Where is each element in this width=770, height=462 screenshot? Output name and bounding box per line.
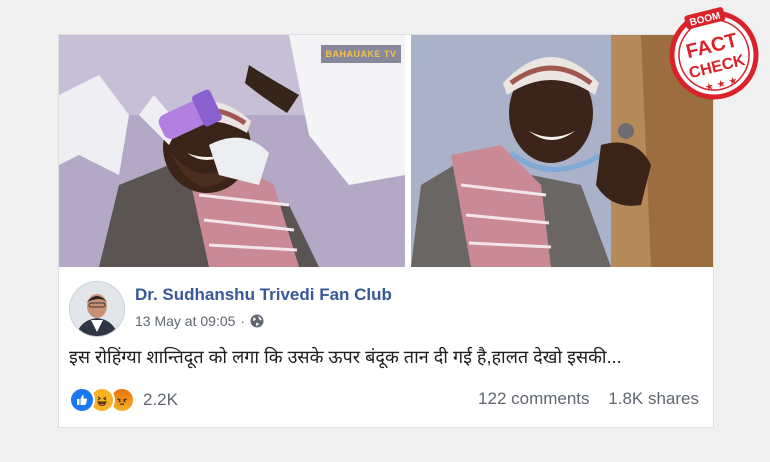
shares-count-link[interactable]: 1.8K shares — [608, 389, 699, 408]
post-timestamp[interactable]: 13 May at 09:05 — [135, 313, 235, 329]
globe-icon[interactable] — [250, 314, 264, 328]
post-media[interactable]: BAHAUAKE TV — [59, 35, 713, 267]
meta-separator: · — [240, 313, 246, 329]
facebook-post-card: BAHAUAKE TV Dr. Sudhanshu Trivedi Fan Cl… — [58, 34, 714, 428]
channel-watermark: BAHAUAKE TV — [321, 45, 401, 63]
engagement-bar: 2.2K 122 comments 1.8K shares — [69, 385, 699, 415]
post-message: इस रोहिंग्या शान्तिदूत को लगा कि उसके ऊप… — [69, 347, 622, 367]
like-icon — [69, 387, 95, 413]
comments-count-link[interactable]: 122 comments — [478, 389, 590, 408]
page-avatar[interactable] — [69, 281, 125, 337]
post-header: Dr. Sudhanshu Trivedi Fan Club 13 May at… — [69, 281, 699, 341]
fact-check-stamp: BOOM FACT CHECK ★ ★ ★ — [664, 6, 764, 104]
page-name-link[interactable]: Dr. Sudhanshu Trivedi Fan Club — [135, 285, 392, 305]
reaction-count[interactable]: 2.2K — [143, 390, 178, 410]
video-frame-left[interactable]: BAHAUAKE TV — [59, 35, 405, 267]
engagement-stats: 122 comments 1.8K shares — [478, 389, 699, 409]
reactions-summary[interactable]: 2.2K — [69, 387, 178, 413]
post-meta: 13 May at 09:05 · — [135, 313, 264, 329]
